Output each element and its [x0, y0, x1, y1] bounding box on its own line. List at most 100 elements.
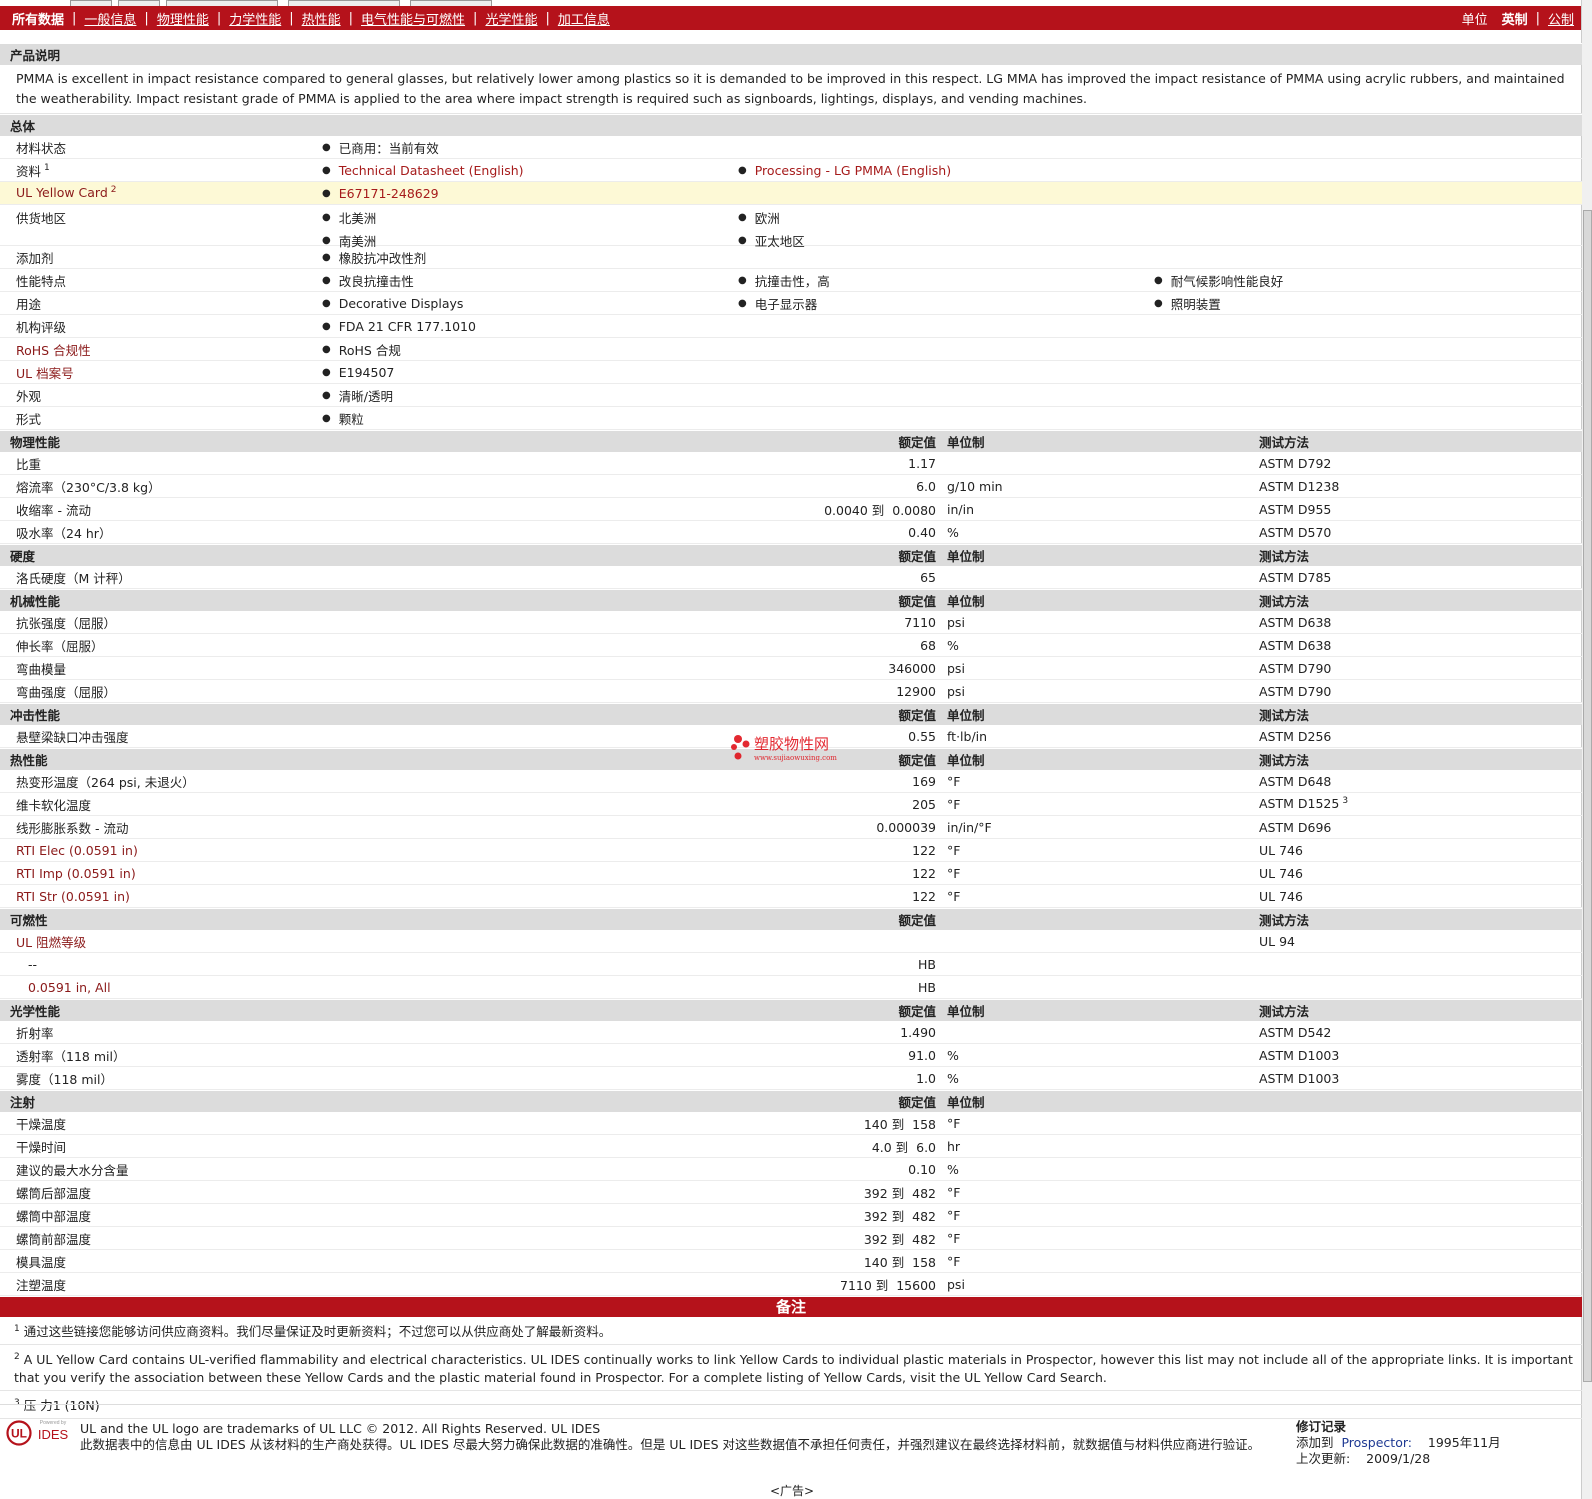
property-unit: ft·lb/in: [947, 728, 988, 744]
general-row-label: 外观: [16, 386, 41, 405]
property-sections: 物理性能 额定值 单位制 测试方法 比重 1.17 ASTM D792 熔流率（230°C/3…: [0, 430, 1582, 1296]
property-row: UL 阻燃等级 UL 94: [0, 930, 1582, 953]
property-row: 螺筒后部温度 392 到 482 °F: [0, 1181, 1582, 1204]
document-link[interactable]: ● E67171-248629: [322, 186, 738, 201]
label-text: RoHS 合规性: [16, 342, 91, 358]
bullet-icon: ●: [322, 274, 331, 286]
nav-link-1[interactable]: 一般信息: [84, 9, 136, 28]
bullet-icon: ●: [322, 320, 331, 332]
property-label: 洛氏硬度（M 计秤）: [16, 570, 131, 586]
property-label: 线形膨胀系数 - 流动: [16, 820, 129, 836]
nav-link-3[interactable]: 力学性能: [229, 9, 281, 28]
general-row: UL 档案号 ● E194507: [0, 361, 1582, 384]
section-header-5: 可燃性 额定值 测试方法: [0, 908, 1582, 930]
general-row: 供货地区 ● 北美洲 ● 欧洲 ● 南美洲 ● 亚太地区: [0, 205, 1582, 249]
property-row: 螺筒中部温度 392 到 482 °F: [0, 1204, 1582, 1227]
bullet-value: ● 已商用：当前有效: [322, 138, 738, 157]
test-method-text: ASTM D696: [1259, 819, 1332, 835]
test-method-text: ASTM D638: [1259, 637, 1332, 653]
document-link[interactable]: ● Processing - LG PMMA (English): [738, 163, 1154, 178]
property-label: 螺筒前部温度: [16, 1231, 92, 1247]
property-label: 干燥时间: [16, 1139, 67, 1155]
disclaimer-text: 此数据表中的信息由 UL IDES 从该材料的生产商处获得。UL IDES 尽最…: [80, 1437, 1261, 1452]
footnote-ref[interactable]: 1: [44, 163, 50, 173]
property-value: 392 到 482: [863, 1231, 936, 1247]
ul-ides-logo[interactable]: UL Powered by IDES: [6, 1419, 74, 1447]
property-row: 熔流率（230°C/3.8 kg） 6.0 g/10 min ASTM D1238: [0, 475, 1582, 498]
bullet-text: 清晰/透明: [338, 388, 393, 404]
test-method-text: ASTM D785: [1259, 569, 1332, 585]
column-header-method: 测试方法: [1259, 753, 1310, 768]
test-method: ASTM D790: [1259, 661, 1331, 676]
unit-english-option[interactable]: 英制: [1502, 9, 1528, 28]
updated-label: 上次更新:: [1296, 1451, 1351, 1466]
vertical-scrollbar[interactable]: [1581, 0, 1592, 1499]
unit-switch: 单位 英制 | 公制: [1461, 9, 1574, 28]
bullet-icon: ●: [738, 212, 747, 223]
test-method: ASTM D785: [1259, 570, 1331, 585]
test-method: UL 746: [1259, 866, 1303, 881]
nav-link-6[interactable]: 光学性能: [485, 9, 537, 28]
general-row-label: 添加剂: [16, 248, 54, 267]
property-row: 建议的最大水分含量 0.10%: [0, 1158, 1582, 1181]
general-row-values: ● 橡胶抗冲改性剂: [322, 248, 738, 267]
column-header-unit: 单位制: [947, 753, 985, 768]
property-row: 比重 1.17 ASTM D792: [0, 452, 1582, 475]
test-method-text: ASTM D1525: [1259, 796, 1340, 812]
property-unit: psi: [947, 683, 965, 699]
scrollbar-thumb[interactable]: [1583, 210, 1592, 1382]
general-row-label: 材料状态: [16, 138, 66, 157]
property-unit: %: [947, 637, 959, 653]
nav-link-5[interactable]: 电气性能与可燃性: [361, 9, 465, 28]
test-method: ASTM D1525 3: [1259, 796, 1348, 811]
added-target[interactable]: Prospector:: [1341, 1435, 1412, 1450]
property-label: UL 阻燃等级: [16, 934, 87, 950]
property-label: --: [28, 956, 38, 972]
footnote-ref[interactable]: 3: [1342, 796, 1348, 806]
nav-link-2[interactable]: 物理性能: [157, 9, 209, 28]
property-unit: g/10 min: [947, 478, 1003, 494]
nav-link-4[interactable]: 热性能: [302, 9, 341, 28]
nav-separator: |: [72, 10, 77, 26]
property-label: 0.0591 in, All: [28, 979, 111, 995]
property-value: 6.0: [916, 478, 936, 494]
logo-ides-text: IDES: [38, 1427, 69, 1442]
general-row-values: ● Decorative Displays ● 电子显示器 ● 照明装置: [322, 294, 1570, 313]
property-label: 弯曲模量: [16, 661, 67, 677]
bullet-value: ● RoHS 合规: [322, 340, 738, 359]
property-row: 伸长率（屈服） 68% ASTM D638: [0, 634, 1582, 657]
nav-link-7[interactable]: 加工信息: [558, 9, 610, 28]
general-row-values: ● 清晰/透明: [322, 386, 738, 405]
property-label: RTI Imp (0.0591 in): [16, 865, 136, 881]
general-row: 资料 1 ● Technical Datasheet (English) ● Proces…: [0, 159, 1582, 182]
general-row: 用途 ● Decorative Displays ● 电子显示器 ● 照明装置: [0, 292, 1582, 315]
product-description: PMMA is excellent in impact resistance c…: [0, 65, 1582, 114]
nav-separator: |: [545, 10, 550, 26]
general-row-label: UL Yellow Card 2: [16, 185, 117, 200]
general-rows: 材料状态 ● 已商用：当前有效 资料 1 ● Technical Datasheet (En…: [0, 136, 1582, 430]
column-header-nominal: 额定值: [898, 1004, 936, 1019]
property-unit: hr: [947, 1138, 961, 1154]
watermark-logo: 塑胶物性网 www.sujiaowuxing.com: [731, 735, 837, 762]
property-row: 干燥时间 4.0 到 6.0 hr: [0, 1135, 1582, 1158]
nav-link-0[interactable]: 所有数据: [12, 9, 64, 28]
column-header-method: 测试方法: [1259, 435, 1310, 450]
footnote-ref[interactable]: 2: [111, 185, 117, 195]
test-method-text: ASTM D638: [1259, 614, 1332, 630]
property-label: 比重: [16, 456, 42, 472]
property-unit: °F: [947, 1253, 961, 1269]
general-row-values: ● 改良抗撞击性 ● 抗撞击性，高 ● 耐气候影响性能良好: [322, 271, 1570, 290]
test-method-text: UL 94: [1259, 933, 1295, 949]
bullet-text: 欧洲: [754, 211, 780, 226]
property-label: 熔流率（230°C/3.8 kg）: [16, 479, 161, 495]
section-title: 可燃性: [10, 913, 48, 928]
unit-metric-link[interactable]: 公制: [1548, 9, 1574, 28]
section-header-3: 冲击性能 额定值 单位制 测试方法: [0, 703, 1582, 725]
property-row: 线形膨胀系数 - 流动 0.000039 in/in/°F ASTM D696: [0, 816, 1582, 839]
nav-separator: |: [348, 10, 354, 26]
bullet-icon: ●: [322, 297, 331, 309]
column-header-nominal: 额定值: [898, 708, 936, 723]
label-text: 性能特点: [16, 273, 67, 289]
document-link[interactable]: ● Technical Datasheet (English): [322, 163, 738, 178]
property-row: 热变形温度（264 psi, 未退火） 169 °F ASTM D648: [0, 770, 1582, 793]
